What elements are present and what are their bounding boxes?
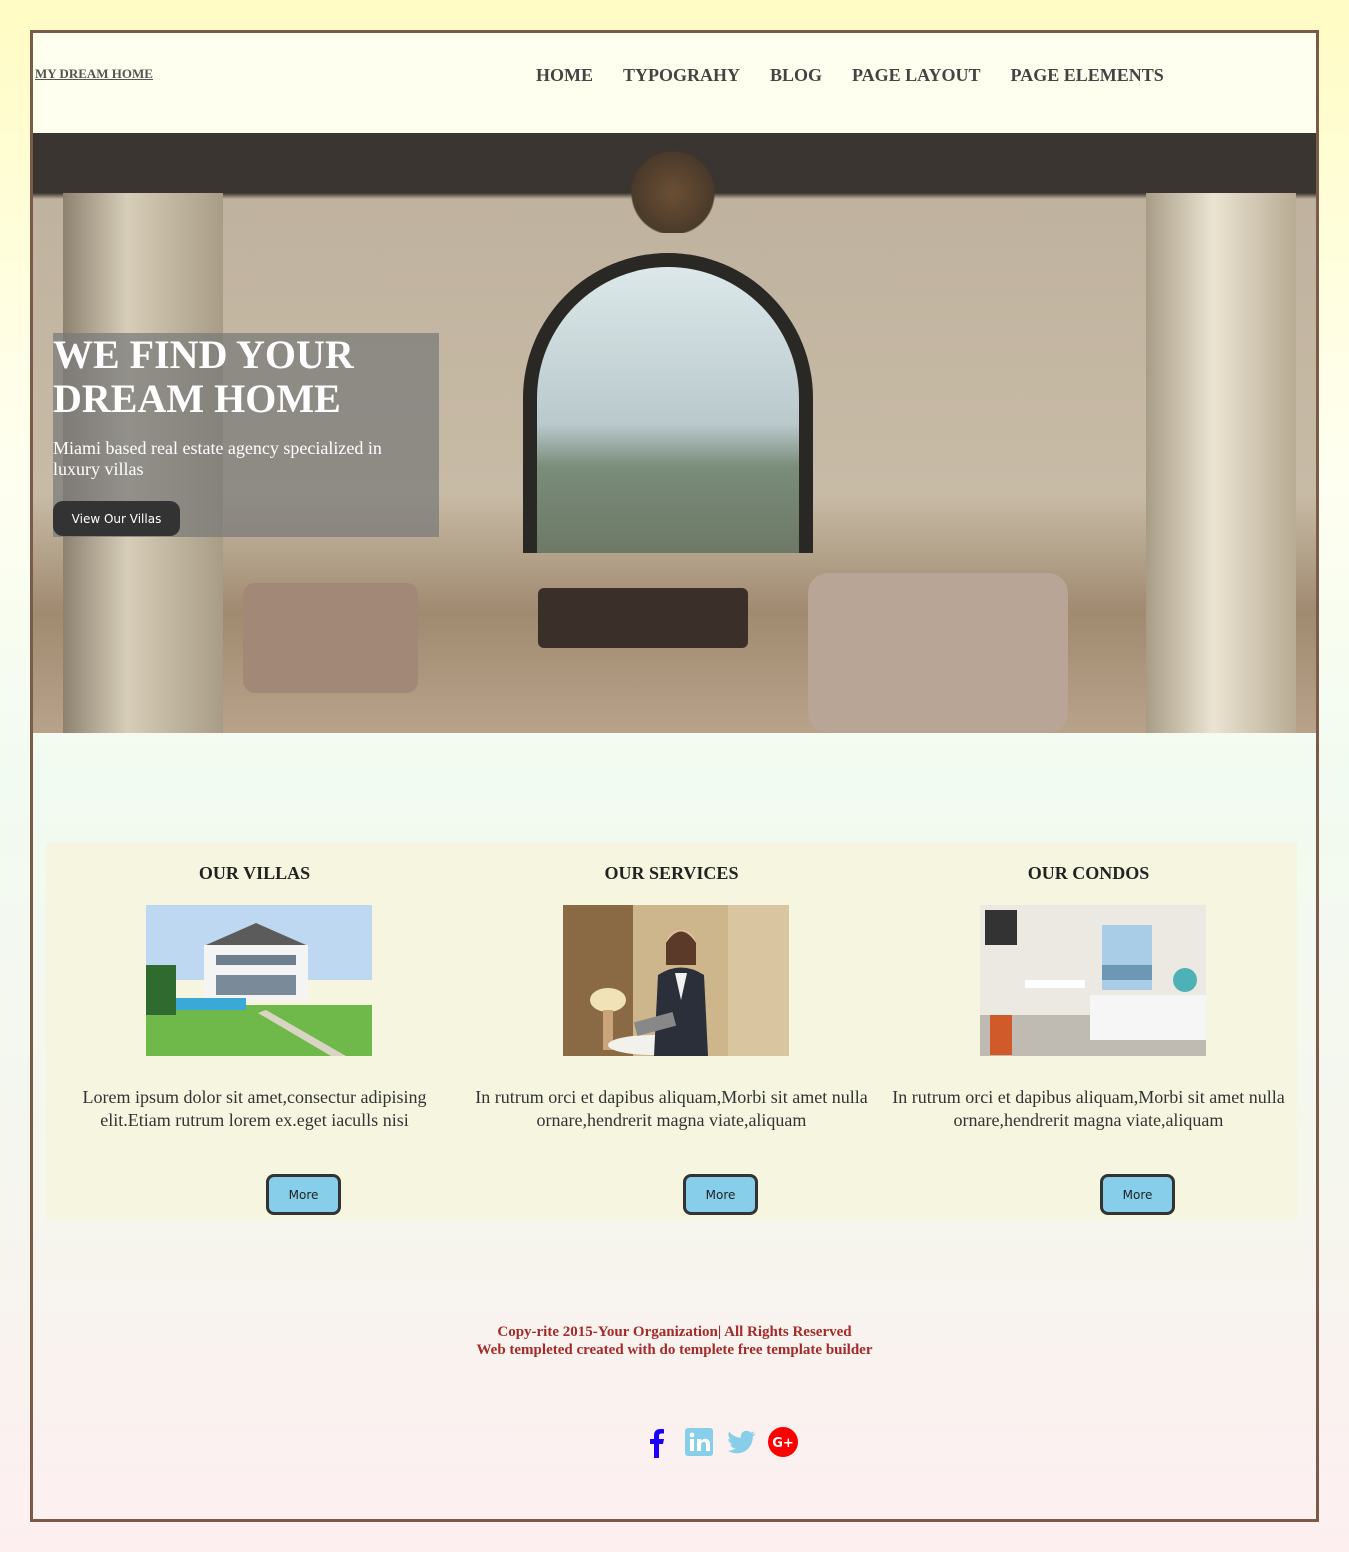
nav-page-layout[interactable]: PAGE LAYOUT: [852, 65, 981, 86]
site-header: MY DREAM HOME HOME TYPOGRAHY BLOG PAGE L…: [33, 33, 1316, 133]
condos-image: [980, 905, 1206, 1056]
card-description: In rutrum orci et dapibus aliquam,Morbi …: [892, 1087, 1285, 1130]
hero-coffee-table-image: [538, 588, 748, 648]
card-services: OUR SERVICES In rutrum orci et dapibus a…: [463, 843, 880, 1220]
copyright-text: Copy-rite 2015-Your Organization| All Ri…: [497, 1324, 852, 1340]
card-title: OUR VILLAS: [198, 863, 311, 883]
svg-text:G+: G+: [772, 1436, 794, 1451]
card-condos: OUR CONDOS In rutrum orci et dapibus ali…: [880, 843, 1297, 1220]
features-section: OUR VILLAS Lorem ipsum dolor sit amet,co…: [46, 843, 1297, 1220]
hero-banner: WE FIND YOUR DREAM HOME Miami based real…: [33, 133, 1316, 733]
site-logo-link[interactable]: MY DREAM HOME: [35, 66, 153, 82]
condos-more-button[interactable]: More: [1100, 1174, 1175, 1215]
nav-page-elements[interactable]: PAGE ELEMENTS: [1011, 65, 1164, 86]
hero-sofa-image: [808, 573, 1068, 733]
card-description: Lorem ipsum dolor sit amet,consectur adi…: [82, 1087, 427, 1130]
villas-more-button[interactable]: More: [266, 1174, 341, 1215]
villa-image: [146, 905, 372, 1056]
card-villas: OUR VILLAS Lorem ipsum dolor sit amet,co…: [46, 843, 463, 1220]
site-footer: Copy-rite 2015-Your Organization| All Ri…: [33, 1323, 1316, 1359]
main-nav: HOME TYPOGRAHY BLOG PAGE LAYOUT PAGE ELE…: [536, 65, 1194, 86]
hero-ottoman-image: [243, 583, 418, 693]
hero-chandelier-image: [618, 133, 728, 233]
nav-typography[interactable]: TYPOGRAHY: [623, 65, 740, 86]
nav-blog[interactable]: BLOG: [770, 65, 822, 86]
page-frame: MY DREAM HOME HOME TYPOGRAHY BLOG PAGE L…: [30, 30, 1319, 1522]
services-more-button[interactable]: More: [683, 1174, 758, 1215]
card-description: In rutrum orci et dapibus aliquam,Morbi …: [475, 1087, 868, 1130]
hero-subtitle: Miami based real estate agency specializ…: [53, 438, 382, 479]
google-plus-icon[interactable]: G+: [767, 1426, 799, 1458]
nav-home[interactable]: HOME: [536, 65, 593, 86]
card-title: OUR CONDOS: [1027, 863, 1150, 883]
social-links: G+: [641, 1426, 799, 1458]
hero-arch-window-image: [523, 253, 813, 553]
facebook-icon[interactable]: [641, 1426, 673, 1458]
linkedin-icon[interactable]: [683, 1426, 715, 1458]
builder-credit-text: Web templeted created with do templete f…: [476, 1342, 873, 1358]
twitter-icon[interactable]: [725, 1426, 757, 1458]
hero-title: WE FIND YOUR DREAM HOME: [53, 332, 354, 421]
hero-caption-box: WE FIND YOUR DREAM HOME Miami based real…: [53, 333, 439, 537]
card-title: OUR SERVICES: [604, 863, 739, 883]
view-villas-button[interactable]: View Our Villas: [53, 501, 180, 536]
services-image: [563, 905, 789, 1056]
hero-pillar-right-image: [1146, 193, 1296, 733]
